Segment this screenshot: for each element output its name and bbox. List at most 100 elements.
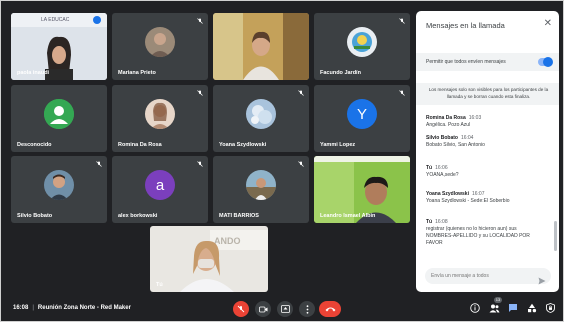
send-icon[interactable] <box>538 272 546 285</box>
toggle-knob <box>543 57 553 67</box>
meeting-time: 16:08 <box>13 305 29 311</box>
message-header: Tú 16:06 <box>426 165 554 171</box>
participant-avatar <box>246 170 276 201</box>
message-text: Yoana Szydlowski - Sede:El Soberbio <box>426 198 510 204</box>
shield-lock-icon <box>545 303 555 313</box>
message-sender: Silvio Bobato <box>426 135 458 141</box>
participant-tile[interactable]: Silvio Bobato <box>11 156 107 223</box>
chat-message: Romina Da Rosa 16:03 Angélica. Pozo Azul <box>426 115 554 129</box>
activities-button[interactable] <box>526 302 538 314</box>
camera-toggle-button[interactable] <box>255 301 271 317</box>
participant-name: Yammi Lopez <box>320 142 356 148</box>
mic-off-icon <box>298 90 304 96</box>
message-header: Tú 16:08 <box>426 219 536 225</box>
mic-off-icon <box>399 18 405 24</box>
message-text: Bobato Silvio, San Antonio <box>426 142 485 148</box>
participant-tile[interactable]: Facundo Jardín <box>314 13 410 80</box>
participant-name: Tú <box>156 282 163 288</box>
participant-avatar <box>44 170 74 201</box>
participant-avatar <box>347 27 377 58</box>
participant-name: Leandro Ismael Albin <box>320 213 376 219</box>
more-vert-icon <box>306 304 308 314</box>
close-icon[interactable]: ✕ <box>544 19 552 29</box>
chat-message: Tú 16:08 registrar (quienes no lo hiciero… <box>426 219 536 247</box>
svg-text:ANDO: ANDO <box>214 236 241 246</box>
present-button[interactable] <box>277 301 293 317</box>
message-text: YOANA,sede? <box>426 172 459 178</box>
meeting-details-button[interactable] <box>469 302 481 314</box>
chat-message: Yoana Szydlowski 16:07 Yoana Szydlowski -… <box>426 191 554 205</box>
chat-icon <box>509 304 517 312</box>
participant-avatar <box>145 99 175 130</box>
message-text: Angélica. Pozo Azul <box>426 122 471 128</box>
participant-name: alex borkowski <box>118 213 158 219</box>
participant-tile[interactable]: Y Yammi Lopez <box>314 85 410 152</box>
shapes-icon <box>528 303 537 313</box>
chat-panel-title: Mensajes en la llamada <box>426 21 505 30</box>
meeting-info: 16:08 | Reunión Zona Norte - Red Maker <box>13 305 131 311</box>
participants-button[interactable]: 13 <box>488 297 502 314</box>
participant-name: Mariana Prieto <box>118 70 156 76</box>
hang-up-icon <box>325 307 335 312</box>
message-header: Silvio Bobato 16:04 <box>426 135 554 141</box>
participant-name: paola inaudi <box>17 70 50 76</box>
mic-off-icon <box>197 161 203 167</box>
participant-tile[interactable]: LA EDUCAC paola inaudi <box>11 13 107 80</box>
message-sender: Tú <box>426 219 433 225</box>
chat-button[interactable] <box>507 302 519 314</box>
participant-tile[interactable]: Mariana Prieto <box>112 13 208 80</box>
participant-tile[interactable] <box>213 13 309 80</box>
end-call-button[interactable] <box>319 301 341 317</box>
default-user-icon <box>44 99 74 130</box>
people-icon <box>489 304 499 313</box>
participant-tile-self[interactable]: ANDO Tú <box>150 226 268 292</box>
present-screen-icon <box>280 305 290 313</box>
participant-avatar: a <box>145 170 175 201</box>
chat-panel: Mensajes en la llamada ✕ Permitir que to… <box>416 11 559 292</box>
message-header: Romina Da Rosa 16:03 <box>426 115 554 121</box>
separator: | <box>32 305 34 311</box>
host-controls-button[interactable] <box>544 302 556 314</box>
participant-tile[interactable]: Desconocido <box>11 85 107 152</box>
participant-avatar: Y <box>347 99 377 130</box>
chat-input[interactable] <box>431 271 531 281</box>
participant-avatar <box>246 99 276 130</box>
mic-toggle-button[interactable] <box>233 301 249 317</box>
message-time: 16:08 <box>435 219 448 225</box>
participant-avatar <box>145 27 175 58</box>
bottom-bar: 16:08 | Reunión Zona Norte - Red Maker 13 <box>1 296 563 322</box>
meeting-name: Reunión Zona Norte - Red Maker <box>37 305 131 311</box>
self-video: ANDO <box>150 226 268 292</box>
chat-message: Tú 16:06 YOANA,sede? <box>426 165 554 179</box>
message-time: 16:04 <box>460 135 474 141</box>
message-time: 16:03 <box>468 115 482 121</box>
participant-tile[interactable]: Yoana Szydlowski <box>213 85 309 152</box>
participant-name: Yoana Szydlowski <box>219 142 267 148</box>
allow-messages-toggle[interactable] <box>538 57 553 67</box>
participant-name: Facundo Jardín <box>320 70 361 76</box>
message-header: Yoana Szydlowski 16:07 <box>426 191 554 197</box>
allow-messages-label: Permitir que todos envíen mensajes <box>426 59 506 65</box>
allow-messages-row: Permitir que todos envíen mensajes <box>416 53 559 71</box>
participant-tile[interactable]: MATI BARRIOS <box>213 156 309 223</box>
info-icon <box>470 303 480 313</box>
more-options-button[interactable] <box>299 301 315 317</box>
mic-off-icon <box>237 305 245 313</box>
chat-scrollbar[interactable] <box>554 221 557 251</box>
message-text: registrar (quienes no lo hicieron aun) s… <box>426 226 530 246</box>
participant-avatar <box>44 99 74 130</box>
participant-tile[interactable]: a alex borkowski <box>112 156 208 223</box>
camera-icon <box>258 306 267 312</box>
participant-name: Desconocido <box>17 142 52 148</box>
participant-tile[interactable]: Leandro Ismael Albin <box>314 156 410 223</box>
chat-notice: Los mensajes solo son visibles para los … <box>416 83 559 105</box>
participant-tile[interactable]: Romina Da Rosa <box>112 85 208 152</box>
svg-text:LA EDUCAC: LA EDUCAC <box>41 17 70 23</box>
chat-input-box <box>425 268 551 285</box>
participant-name: MATI BARRIOS <box>219 213 259 219</box>
mic-off-icon <box>96 161 102 167</box>
participant-video <box>213 13 309 80</box>
message-sender: Romina Da Rosa <box>426 115 466 121</box>
meet-window: LA EDUCAC paola inaudi Mariana Prieto Fa… <box>0 0 564 322</box>
participant-name: Silvio Bobato <box>17 213 53 219</box>
